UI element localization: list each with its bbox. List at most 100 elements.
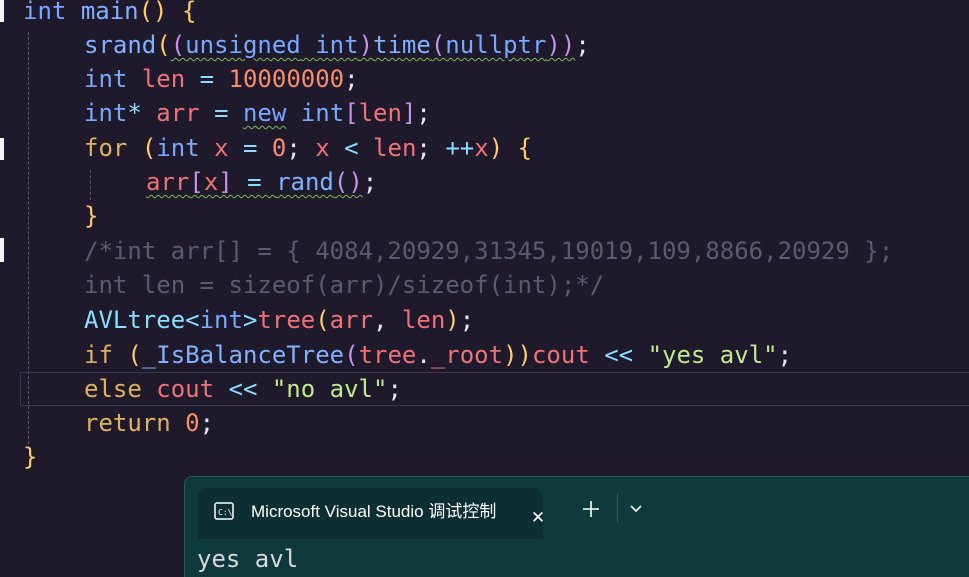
token-punct: (: [170, 31, 186, 59]
token-keyword: for: [84, 134, 128, 162]
token-variable: len: [358, 99, 402, 127]
token-variable: len: [401, 306, 446, 334]
code-line-5: for (int x = 0; x < len; ++x) {: [84, 131, 532, 165]
token-punct: .: [416, 341, 431, 369]
token-punct: }: [23, 443, 38, 471]
token-punct: ;: [387, 375, 402, 403]
token-punct: ): [488, 134, 504, 162]
token-punct: {: [167, 0, 197, 25]
token-variable: tree: [257, 306, 316, 334]
code-line-7: }: [84, 199, 98, 233]
token-variable: arr: [329, 306, 374, 334]
code-line-6: arr[x] = rand();: [146, 165, 377, 199]
token-variable: _root: [430, 341, 504, 369]
indent-guide: [90, 170, 91, 200]
token-keyword: if: [84, 341, 113, 369]
token-punct: (: [141, 134, 157, 162]
token-variable: arr: [156, 99, 200, 127]
code-line-11: if (_IsBalanceTree(tree._root))cout << "…: [84, 338, 792, 372]
terminal-output: yes avl: [197, 545, 299, 573]
gutter-change-marker: [0, 238, 4, 262]
token-punct: (: [344, 341, 359, 369]
token-class: AVLtree: [84, 306, 186, 334]
code-line-9: int len = sizeof(arr)/sizeof(int);*/: [84, 268, 604, 302]
plus-icon[interactable]: [580, 498, 602, 520]
token-operator: <: [329, 134, 374, 162]
token-function: main: [80, 0, 139, 25]
close-icon[interactable]: ✕: [528, 508, 548, 528]
token-operator: *: [127, 99, 142, 127]
tab-divider: [617, 493, 618, 523]
token-punct: ;: [416, 99, 431, 127]
token-keyword: int: [315, 31, 359, 59]
token-punct: )): [546, 31, 576, 59]
terminal-tab-title: Microsoft Visual Studio 调试控制台: [251, 502, 497, 521]
token-operator: =: [185, 65, 229, 93]
token-operator: =: [228, 134, 272, 162]
token-variable: tree: [358, 341, 417, 369]
code-line-10: AVLtree<int>tree(arr, len);: [84, 303, 474, 337]
console-icon: C:\: [214, 502, 234, 520]
code-line-8: /*int arr[] = { 4084,20929,31345,19019,1…: [84, 234, 893, 268]
token-comment: /*int arr[] = { 4084,20929,31345,19019,1…: [84, 237, 894, 265]
gutter-change-marker: [0, 138, 4, 160]
token-punct: ,: [373, 306, 402, 334]
token-punct: ): [358, 31, 374, 59]
terminal-window[interactable]: C:\ Microsoft Visual Studio 调试控制台 ✕ yes …: [184, 476, 969, 577]
token-operator: >: [242, 306, 258, 334]
code-line-12: else cout << "no avl";: [84, 372, 402, 406]
svg-text:C:\: C:\: [218, 508, 233, 517]
token-variable: x: [214, 134, 229, 162]
terminal-tab[interactable]: C:\ Microsoft Visual Studio 调试控制台 ✕: [198, 488, 545, 539]
code-line-4: int* arr = new int[len];: [84, 96, 431, 130]
token-punct: )): [503, 341, 532, 369]
token-variable: len: [373, 134, 417, 162]
token-punct: ;: [362, 168, 378, 196]
token-punct: ;: [416, 134, 431, 162]
token-keyword: int: [84, 99, 128, 127]
token-string: "yes avl": [647, 341, 778, 369]
token-keyword: return: [84, 409, 171, 437]
code-line-14: }: [23, 440, 37, 474]
token-punct: (: [430, 31, 446, 59]
token-keyword: nullptr: [445, 31, 547, 59]
token-number: 0: [271, 134, 287, 162]
token-punct: (: [315, 306, 330, 334]
token-punct: ;: [286, 134, 301, 162]
token-variable: cout: [156, 375, 215, 403]
token-number: 10000000: [228, 65, 345, 93]
token-punct: ;: [777, 341, 793, 369]
token-keyword: int: [300, 99, 345, 127]
token-punct: (): [333, 168, 363, 196]
token-variable: arr: [146, 168, 190, 196]
chevron-down-icon[interactable]: [628, 501, 644, 517]
token-variable: x: [315, 134, 330, 162]
token-punct: ]: [218, 168, 233, 196]
token-string: "no avl": [271, 375, 388, 403]
token-punct: [: [189, 168, 204, 196]
token-keyword: else: [84, 375, 142, 403]
token-punct: ): [445, 306, 460, 334]
token-operator: <: [185, 306, 200, 334]
token-punct: (): [138, 0, 168, 25]
token-keyword: int: [23, 0, 67, 25]
token-punct: (: [127, 341, 142, 369]
token-operator: =: [232, 168, 277, 196]
token-punct: ;: [344, 65, 359, 93]
token-variable: x: [203, 168, 219, 196]
token-keyword: int: [84, 65, 128, 93]
token-punct: [: [344, 99, 359, 127]
token-variable: len: [141, 65, 186, 93]
code-line-1: int main() {: [23, 0, 196, 28]
token-punct: ;: [459, 306, 475, 334]
code-line-3: int len = 10000000;: [84, 62, 359, 96]
token-keyword: unsigned: [185, 31, 301, 59]
token-function: srand: [84, 31, 157, 59]
token-operator: <<: [214, 375, 272, 403]
token-keyword: new: [242, 99, 287, 127]
token-punct: ;: [575, 31, 590, 59]
token-operator: ++: [445, 134, 475, 162]
token-function: _IsBalanceTree: [141, 341, 345, 369]
token-number: 0: [185, 409, 200, 437]
